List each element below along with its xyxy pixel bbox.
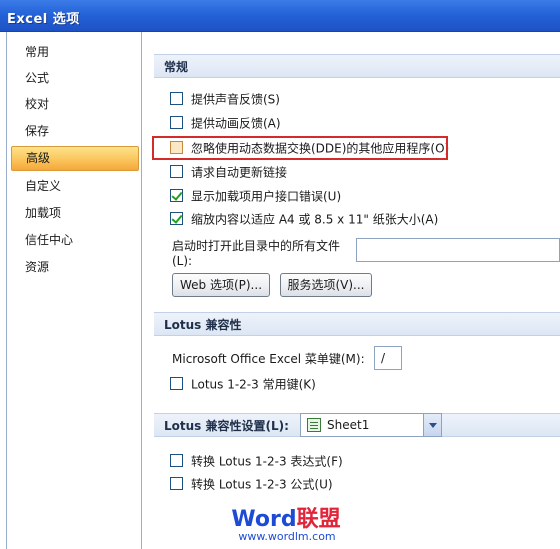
animation-feedback-label: 提供动画反馈(A) — [191, 116, 281, 131]
section-header-general: 常规 — [154, 54, 560, 78]
ignore-dde-label: 忽略使用动态数据交换(DDE)的其他应用程序(O) — [191, 141, 450, 156]
addin-errors-checkbox[interactable] — [170, 189, 183, 202]
menu-key-input[interactable]: / — [374, 346, 402, 370]
chevron-down-icon[interactable] — [423, 414, 441, 436]
sidebar-item-save[interactable]: 保存 — [11, 119, 139, 144]
startup-folder-label-hotkey: (L): — [172, 254, 193, 268]
watermark-brand-cn: 联盟 — [296, 507, 341, 532]
menu-key-label: Microsoft Office Excel 菜单键(M): — [172, 352, 365, 366]
sidebar-item-trust-center[interactable]: 信任中心 — [11, 228, 139, 253]
lotus-nav-keys-checkbox[interactable] — [170, 377, 183, 390]
option-update-links[interactable]: 请求自动更新链接 — [170, 162, 287, 182]
addin-errors-label: 显示加载项用户接口错误(U) — [191, 189, 342, 204]
watermark-url: www.wordlm.com — [238, 530, 336, 543]
convert-formulas-checkbox[interactable] — [170, 477, 183, 490]
ignore-dde-checkbox[interactable] — [170, 141, 183, 154]
option-ignore-dde[interactable]: 忽略使用动态数据交换(DDE)的其他应用程序(O) — [170, 138, 449, 158]
convert-expressions-checkbox[interactable] — [170, 454, 183, 467]
watermark-brand-latin: Word — [231, 507, 297, 532]
lotus-nav-keys-label: Lotus 1-2-3 常用键(K) — [191, 377, 316, 392]
options-content: 常规 提供声音反馈(S) 提供动画反馈(A) 忽略使用动态数据交换(DDE)的其… — [150, 32, 560, 549]
sound-feedback-checkbox[interactable] — [170, 92, 183, 105]
sidebar-item-common[interactable]: 常用 — [11, 40, 139, 65]
sidebar-item-formulas[interactable]: 公式 — [11, 66, 139, 91]
startup-folder-label: 启动时打开此目录中的所有文件 — [172, 239, 341, 253]
option-lotus-nav-keys[interactable]: Lotus 1-2-3 常用键(K) — [170, 374, 316, 394]
worksheet-icon — [307, 418, 321, 432]
sheet-select-value: Sheet1 — [327, 418, 370, 432]
convert-expressions-label: 转换 Lotus 1-2-3 表达式(F) — [191, 454, 343, 469]
web-options-button[interactable]: Web 选项(P)... — [172, 273, 270, 297]
lotus-settings-sheet-select[interactable]: Sheet1 — [300, 413, 442, 437]
option-convert-expressions[interactable]: 转换 Lotus 1-2-3 表达式(F) — [170, 451, 343, 471]
sidebar-item-addins[interactable]: 加载项 — [11, 201, 139, 226]
option-sound-feedback[interactable]: 提供声音反馈(S) — [170, 89, 280, 109]
sidebar-item-proofing[interactable]: 校对 — [11, 92, 139, 117]
sound-feedback-label: 提供声音反馈(S) — [191, 92, 280, 107]
update-links-label: 请求自动更新链接 — [191, 165, 288, 180]
watermark-logo: Word联盟 — [226, 508, 346, 532]
option-scale-a4[interactable]: 缩放内容以适应 A4 或 8.5 x 11" 纸张大小(A) — [170, 209, 438, 229]
convert-formulas-label: 转换 Lotus 1-2-3 公式(U) — [191, 477, 333, 492]
animation-feedback-checkbox[interactable] — [170, 116, 183, 129]
lotus-settings-label: Lotus 兼容性设置(L): — [164, 419, 289, 433]
option-animation-feedback[interactable]: 提供动画反馈(A) — [170, 113, 281, 133]
option-addin-errors[interactable]: 显示加载项用户接口错误(U) — [170, 186, 341, 206]
sidebar-item-customize[interactable]: 自定义 — [11, 174, 139, 199]
startup-folder-input[interactable] — [356, 238, 560, 262]
options-sidebar: 常用 公式 校对 保存 高级 自定义 加载项 信任中心 资源 — [6, 32, 142, 549]
window-title: Excel 选项 — [7, 12, 80, 27]
window-titlebar: Excel 选项 — [0, 0, 560, 32]
section-header-lotus-compat: Lotus 兼容性 — [154, 312, 560, 336]
sidebar-item-resources[interactable]: 资源 — [11, 255, 139, 280]
update-links-checkbox[interactable] — [170, 165, 183, 178]
scale-a4-label: 缩放内容以适应 A4 或 8.5 x 11" 纸张大小(A) — [191, 212, 439, 227]
service-options-button[interactable]: 服务选项(V)... — [280, 273, 372, 297]
sidebar-item-advanced[interactable]: 高级 — [11, 146, 139, 171]
scale-a4-checkbox[interactable] — [170, 212, 183, 225]
option-convert-formulas[interactable]: 转换 Lotus 1-2-3 公式(U) — [170, 474, 333, 494]
